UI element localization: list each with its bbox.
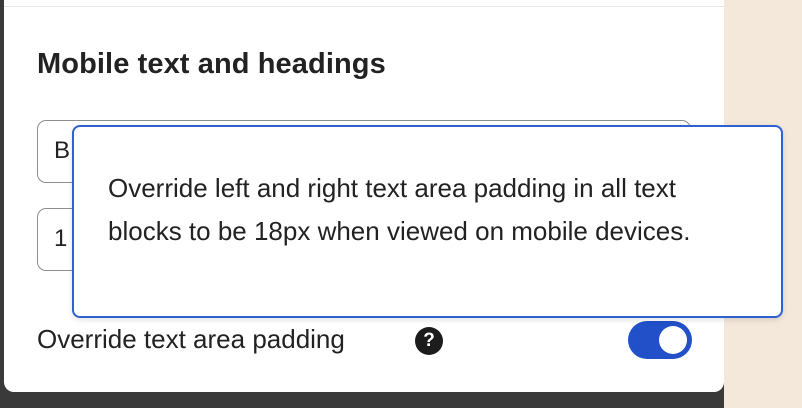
divider (4, 6, 724, 7)
section-title: Mobile text and headings (37, 48, 386, 80)
mobile-font-value: B (54, 137, 71, 164)
padding-override-toggle[interactable] (628, 321, 692, 359)
tooltip-text: Override left and right text area paddin… (108, 173, 691, 246)
help-tooltip: Override left and right text area paddin… (72, 125, 783, 318)
padding-override-label: Override text area padding (37, 324, 345, 354)
question-circle-icon[interactable]: ? (415, 327, 443, 355)
toggle-knob (659, 326, 687, 354)
mobile-font-size-value: 1 (54, 225, 68, 252)
